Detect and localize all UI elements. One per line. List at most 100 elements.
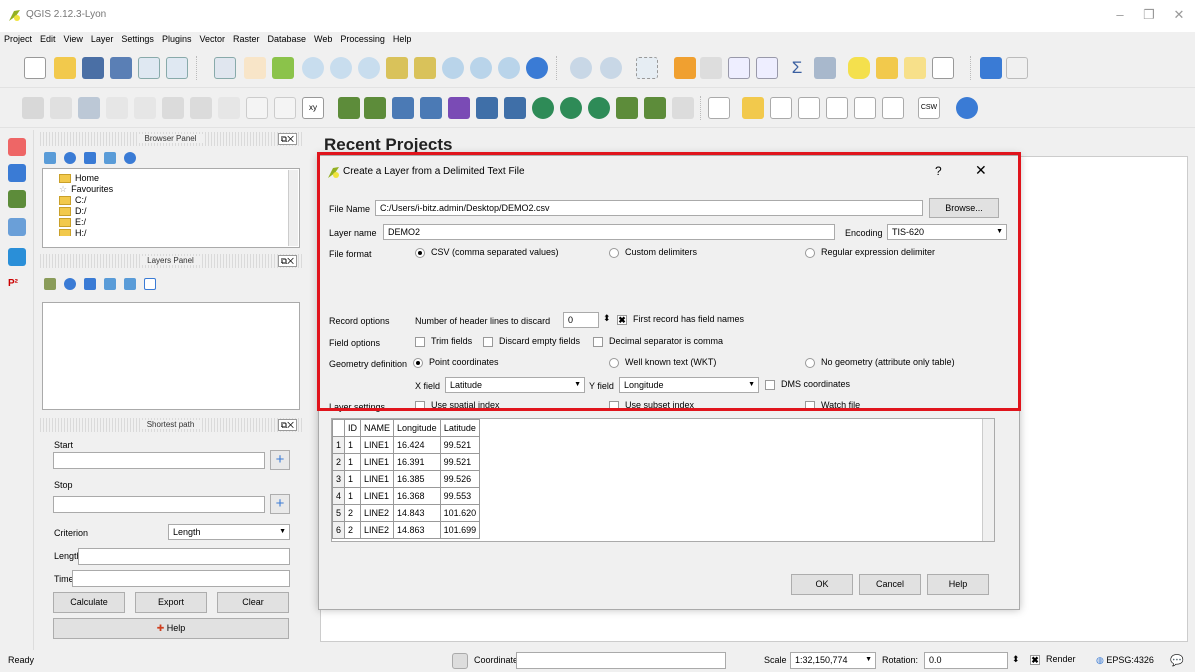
properties-icon[interactable] [124, 152, 136, 164]
add-wcs-icon[interactable] [560, 97, 582, 119]
csw-icon[interactable]: CSW [918, 97, 940, 119]
identify-features-icon[interactable] [600, 57, 622, 79]
new-layer-icon[interactable] [644, 97, 666, 119]
add-wfs-icon[interactable] [588, 97, 610, 119]
pan-hand-icon[interactable] [244, 57, 266, 79]
label-highlight-icon[interactable] [882, 97, 904, 119]
text-annotation-icon[interactable] [932, 57, 954, 79]
menu-settings[interactable]: Settings [117, 32, 158, 44]
whats-this-icon[interactable] [1006, 57, 1028, 79]
toggle-editing-icon[interactable] [50, 97, 72, 119]
label-toolbar-icon[interactable] [708, 97, 730, 119]
browser-scrollbar[interactable] [288, 170, 298, 246]
tree-item-favourites[interactable]: ☆ Favourites [59, 184, 113, 195]
save-project-icon[interactable] [82, 57, 104, 79]
zoom-to-selection-icon[interactable] [414, 57, 436, 79]
render-checkbox[interactable]: ✖ Render [1030, 654, 1076, 665]
menu-database[interactable]: Database [264, 32, 311, 44]
menu-edit[interactable]: Edit [36, 32, 60, 44]
tree-item-c[interactable]: C:/ [59, 195, 87, 206]
gdal-icon[interactable] [8, 218, 26, 236]
restore-button[interactable]: ❐ [1136, 6, 1162, 24]
add-mssql-icon[interactable] [448, 97, 470, 119]
mouse-coordinate-icon[interactable] [452, 653, 468, 669]
zoom-native-icon[interactable] [358, 57, 380, 79]
criterion-select[interactable]: Length ▼ [168, 524, 290, 540]
save-as-icon[interactable] [110, 57, 132, 79]
p2-icon[interactable]: P² [8, 278, 26, 296]
pan-to-selection-icon[interactable] [272, 57, 294, 79]
window-close-button[interactable]: ✕ [1166, 6, 1192, 24]
zoom-last-icon[interactable] [470, 57, 492, 79]
stop-field[interactable] [53, 496, 265, 513]
menu-view[interactable]: View [60, 32, 87, 44]
refresh-icon[interactable] [526, 57, 548, 79]
copy-features-icon[interactable] [246, 97, 268, 119]
add-db2-icon[interactable] [504, 97, 526, 119]
tree-item-e[interactable]: E:/ [59, 217, 86, 228]
menu-processing[interactable]: Processing [336, 32, 389, 44]
new-print-composer-icon[interactable] [138, 57, 160, 79]
save-edits-icon[interactable] [78, 97, 100, 119]
cut-features-icon[interactable] [218, 97, 240, 119]
dialog-help-bottom-button[interactable]: Help [927, 574, 989, 595]
panel-float-close-icon[interactable]: ⧉✕ [277, 255, 297, 267]
refresh-browser-icon[interactable] [64, 152, 76, 164]
delete-selected-icon[interactable] [190, 97, 212, 119]
shortest-path-help-button[interactable]: ✚ Help [53, 618, 289, 639]
add-oracle-icon[interactable] [476, 97, 498, 119]
spin-arrows-icon[interactable]: ⬍ [1012, 654, 1020, 665]
start-field[interactable] [53, 452, 265, 469]
panel-float-close-icon[interactable]: ⧉✕ [277, 133, 297, 145]
new-project-icon[interactable] [24, 57, 46, 79]
calculate-button[interactable]: Calculate [53, 592, 125, 613]
select-features-icon[interactable] [636, 57, 658, 79]
label-change-icon[interactable] [854, 97, 876, 119]
add-postgis-icon[interactable] [392, 97, 414, 119]
touch-zoom-icon[interactable] [214, 57, 236, 79]
help-contents-icon[interactable] [980, 57, 1002, 79]
composer-manager-icon[interactable] [166, 57, 188, 79]
move-feature-icon[interactable] [134, 97, 156, 119]
deselect-icon[interactable] [674, 57, 696, 79]
bookmark-icon[interactable] [876, 57, 898, 79]
table-vertical-scrollbar[interactable] [982, 419, 994, 541]
add-spatialite-icon[interactable] [420, 97, 442, 119]
add-delimited-text-icon[interactable] [616, 97, 638, 119]
menu-plugins[interactable]: Plugins [158, 32, 196, 44]
tree-item-home[interactable]: Home [59, 173, 99, 184]
sum-icon[interactable]: Σ [786, 57, 808, 79]
measure-icon[interactable] [814, 57, 836, 79]
export-button[interactable]: Export [135, 592, 207, 613]
stop-pick-button[interactable]: + [270, 494, 290, 514]
tree-item-h[interactable]: H:/ [59, 228, 87, 236]
minimize-button[interactable]: – [1107, 6, 1133, 24]
menu-raster[interactable]: Raster [229, 32, 264, 44]
clear-button[interactable]: Clear [217, 592, 289, 613]
menu-vector[interactable]: Vector [195, 32, 229, 44]
menu-layer[interactable]: Layer [87, 32, 118, 44]
label-move-icon[interactable] [798, 97, 820, 119]
menu-project[interactable]: Project [0, 32, 36, 44]
georeferencer-icon[interactable] [8, 248, 26, 266]
xy-coordinate-icon[interactable]: xy [302, 97, 324, 119]
coordinate-field[interactable] [516, 652, 726, 669]
field-calculator-icon[interactable] [700, 57, 722, 79]
panel-float-close-icon[interactable]: ⧉✕ [277, 419, 297, 431]
topology-icon[interactable] [8, 190, 26, 208]
scale-select[interactable]: 1:32,150,774 ▼ [790, 652, 876, 669]
collapse-icon[interactable] [104, 152, 116, 164]
paste-features-icon[interactable] [274, 97, 296, 119]
python-console-icon[interactable] [956, 97, 978, 119]
map-tips-icon[interactable] [848, 57, 870, 79]
layers-list[interactable] [42, 302, 300, 410]
menu-help[interactable]: Help [389, 32, 416, 44]
collapse-all-icon[interactable] [124, 278, 136, 290]
cancel-button[interactable]: Cancel [859, 574, 921, 595]
label-rotate-icon[interactable] [826, 97, 848, 119]
menu-web[interactable]: Web [310, 32, 336, 44]
remove-layer-icon[interactable] [144, 278, 156, 290]
zoom-next-icon[interactable] [498, 57, 520, 79]
label-pin-icon[interactable] [742, 97, 764, 119]
crs-status[interactable]: ◍ EPSG:4326 [1096, 655, 1154, 666]
